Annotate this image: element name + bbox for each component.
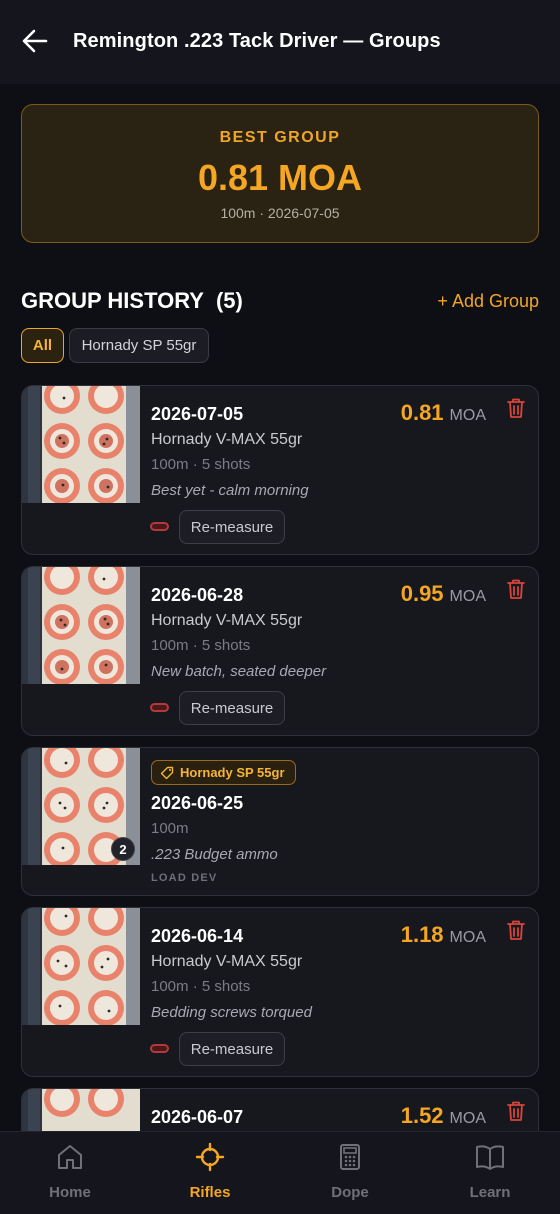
best-group-label: BEST GROUP xyxy=(219,129,341,146)
nav-item-dope[interactable]: Dope xyxy=(280,1142,420,1201)
target-photo-thumbnail[interactable] xyxy=(22,386,140,503)
group-history-count: (5) xyxy=(215,288,243,313)
group-moa: 0.95 MOA xyxy=(401,581,486,607)
ammo-tag: Hornady SP 55gr xyxy=(151,760,296,785)
group-date: 2026-06-07 xyxy=(151,1107,244,1127)
crosshair-icon xyxy=(195,1142,225,1172)
home-icon xyxy=(58,1145,82,1169)
group-history-title: GROUP HISTORY (5) xyxy=(21,288,243,314)
photo-count-badge: 2 xyxy=(111,837,135,861)
group-moa: 1.52 MOA xyxy=(401,1103,486,1129)
group-history-label: GROUP HISTORY xyxy=(21,288,204,313)
group-moa: 0.81 MOA xyxy=(401,400,486,426)
group-note: Bedding screws torqued xyxy=(151,1004,312,1021)
status-indicator xyxy=(150,522,169,531)
status-indicator xyxy=(150,1044,169,1053)
group-meta: 100m · 5 shots xyxy=(151,978,251,995)
group-note: .223 Budget ammo xyxy=(151,846,278,863)
group-date: 2026-06-28 xyxy=(151,585,244,605)
re-measure-button[interactable]: Re-measure xyxy=(179,1032,285,1066)
nav-label-home: Home xyxy=(49,1184,91,1201)
group-ammo: Hornady V-MAX 55gr xyxy=(151,431,303,448)
trash-icon[interactable] xyxy=(506,578,526,600)
status-indicator xyxy=(150,703,169,712)
back-button[interactable] xyxy=(18,24,52,58)
bottom-navigation: Home Rifles Dope Learn xyxy=(0,1131,560,1214)
group-moa-value: 0.95 xyxy=(400,581,444,606)
target-photo-thumbnail[interactable] xyxy=(22,908,140,1025)
group-moa-value: 0.81 xyxy=(400,400,444,425)
group-date: 2026-06-25 xyxy=(151,793,244,813)
filter-chip-all[interactable]: All xyxy=(21,328,64,363)
nav-label-dope: Dope xyxy=(331,1184,369,1201)
load-dev-badge: LOAD DEV xyxy=(151,872,218,884)
group-date: 2026-07-05 xyxy=(151,404,244,424)
group-moa-value: 1.52 xyxy=(400,1103,444,1128)
calculator-icon xyxy=(340,1144,360,1170)
group-moa-unit: MOA xyxy=(449,588,486,605)
trash-icon[interactable] xyxy=(506,1100,526,1122)
group-moa-unit: MOA xyxy=(449,929,486,946)
add-group-button[interactable]: + Add Group xyxy=(437,291,539,312)
target-photo-thumbnail[interactable]: 2 xyxy=(22,748,140,865)
arrow-left-icon xyxy=(22,29,48,53)
nav-label-learn: Learn xyxy=(469,1184,511,1201)
group-moa-unit: MOA xyxy=(449,1110,486,1127)
group-meta: 100m · 5 shots xyxy=(151,456,251,473)
group-ammo: Hornady V-MAX 55gr xyxy=(151,953,303,970)
ammo-tag-label: Hornady SP 55gr xyxy=(180,765,285,780)
group-note: Best yet - calm morning xyxy=(151,482,309,499)
target-photo-thumbnail[interactable] xyxy=(22,567,140,684)
re-measure-button[interactable]: Re-measure xyxy=(179,510,285,544)
filter-chip-hornady-sp[interactable]: Hornady SP 55gr xyxy=(69,328,209,363)
nav-item-home[interactable]: Home xyxy=(0,1142,140,1201)
book-icon xyxy=(476,1145,504,1170)
nav-item-learn[interactable]: Learn xyxy=(420,1142,560,1201)
group-meta: 100m · 5 shots xyxy=(151,637,251,654)
group-card[interactable]: 2026-06-14 1.18 MOA Hornady V-MAX 55gr 1… xyxy=(21,907,539,1077)
re-measure-button[interactable]: Re-measure xyxy=(179,691,285,725)
best-group-card: BEST GROUP 0.81 MOA 100m · 2026-07-05 xyxy=(21,104,539,243)
page-title: Remington .223 Tack Driver — Groups xyxy=(73,30,441,52)
group-card[interactable]: 2 Hornady SP 55gr 2026-06-25 100m .223 B… xyxy=(21,747,539,896)
group-card[interactable]: 2026-07-05 0.81 MOA Hornady V-MAX 55gr 1… xyxy=(21,385,539,555)
top-app-bar: Remington .223 Tack Driver — Groups xyxy=(0,0,560,84)
nav-item-rifles[interactable]: Rifles xyxy=(140,1142,280,1201)
trash-icon[interactable] xyxy=(506,397,526,419)
group-meta: 100m xyxy=(151,820,189,837)
group-date: 2026-06-14 xyxy=(151,926,244,946)
group-moa-unit: MOA xyxy=(449,407,486,424)
group-card[interactable]: 2026-06-28 0.95 MOA Hornady V-MAX 55gr 1… xyxy=(21,566,539,736)
group-ammo: Hornady V-MAX 55gr xyxy=(151,612,303,629)
best-group-meta: 100m · 2026-07-05 xyxy=(220,205,340,221)
nav-label-rifles: Rifles xyxy=(189,1184,231,1201)
best-group-value: 0.81 MOA xyxy=(197,157,363,198)
trash-icon[interactable] xyxy=(506,919,526,941)
tag-icon xyxy=(160,766,174,779)
group-moa-value: 1.18 xyxy=(400,922,444,947)
group-moa: 1.18 MOA xyxy=(401,922,486,948)
group-note: New batch, seated deeper xyxy=(151,663,327,680)
